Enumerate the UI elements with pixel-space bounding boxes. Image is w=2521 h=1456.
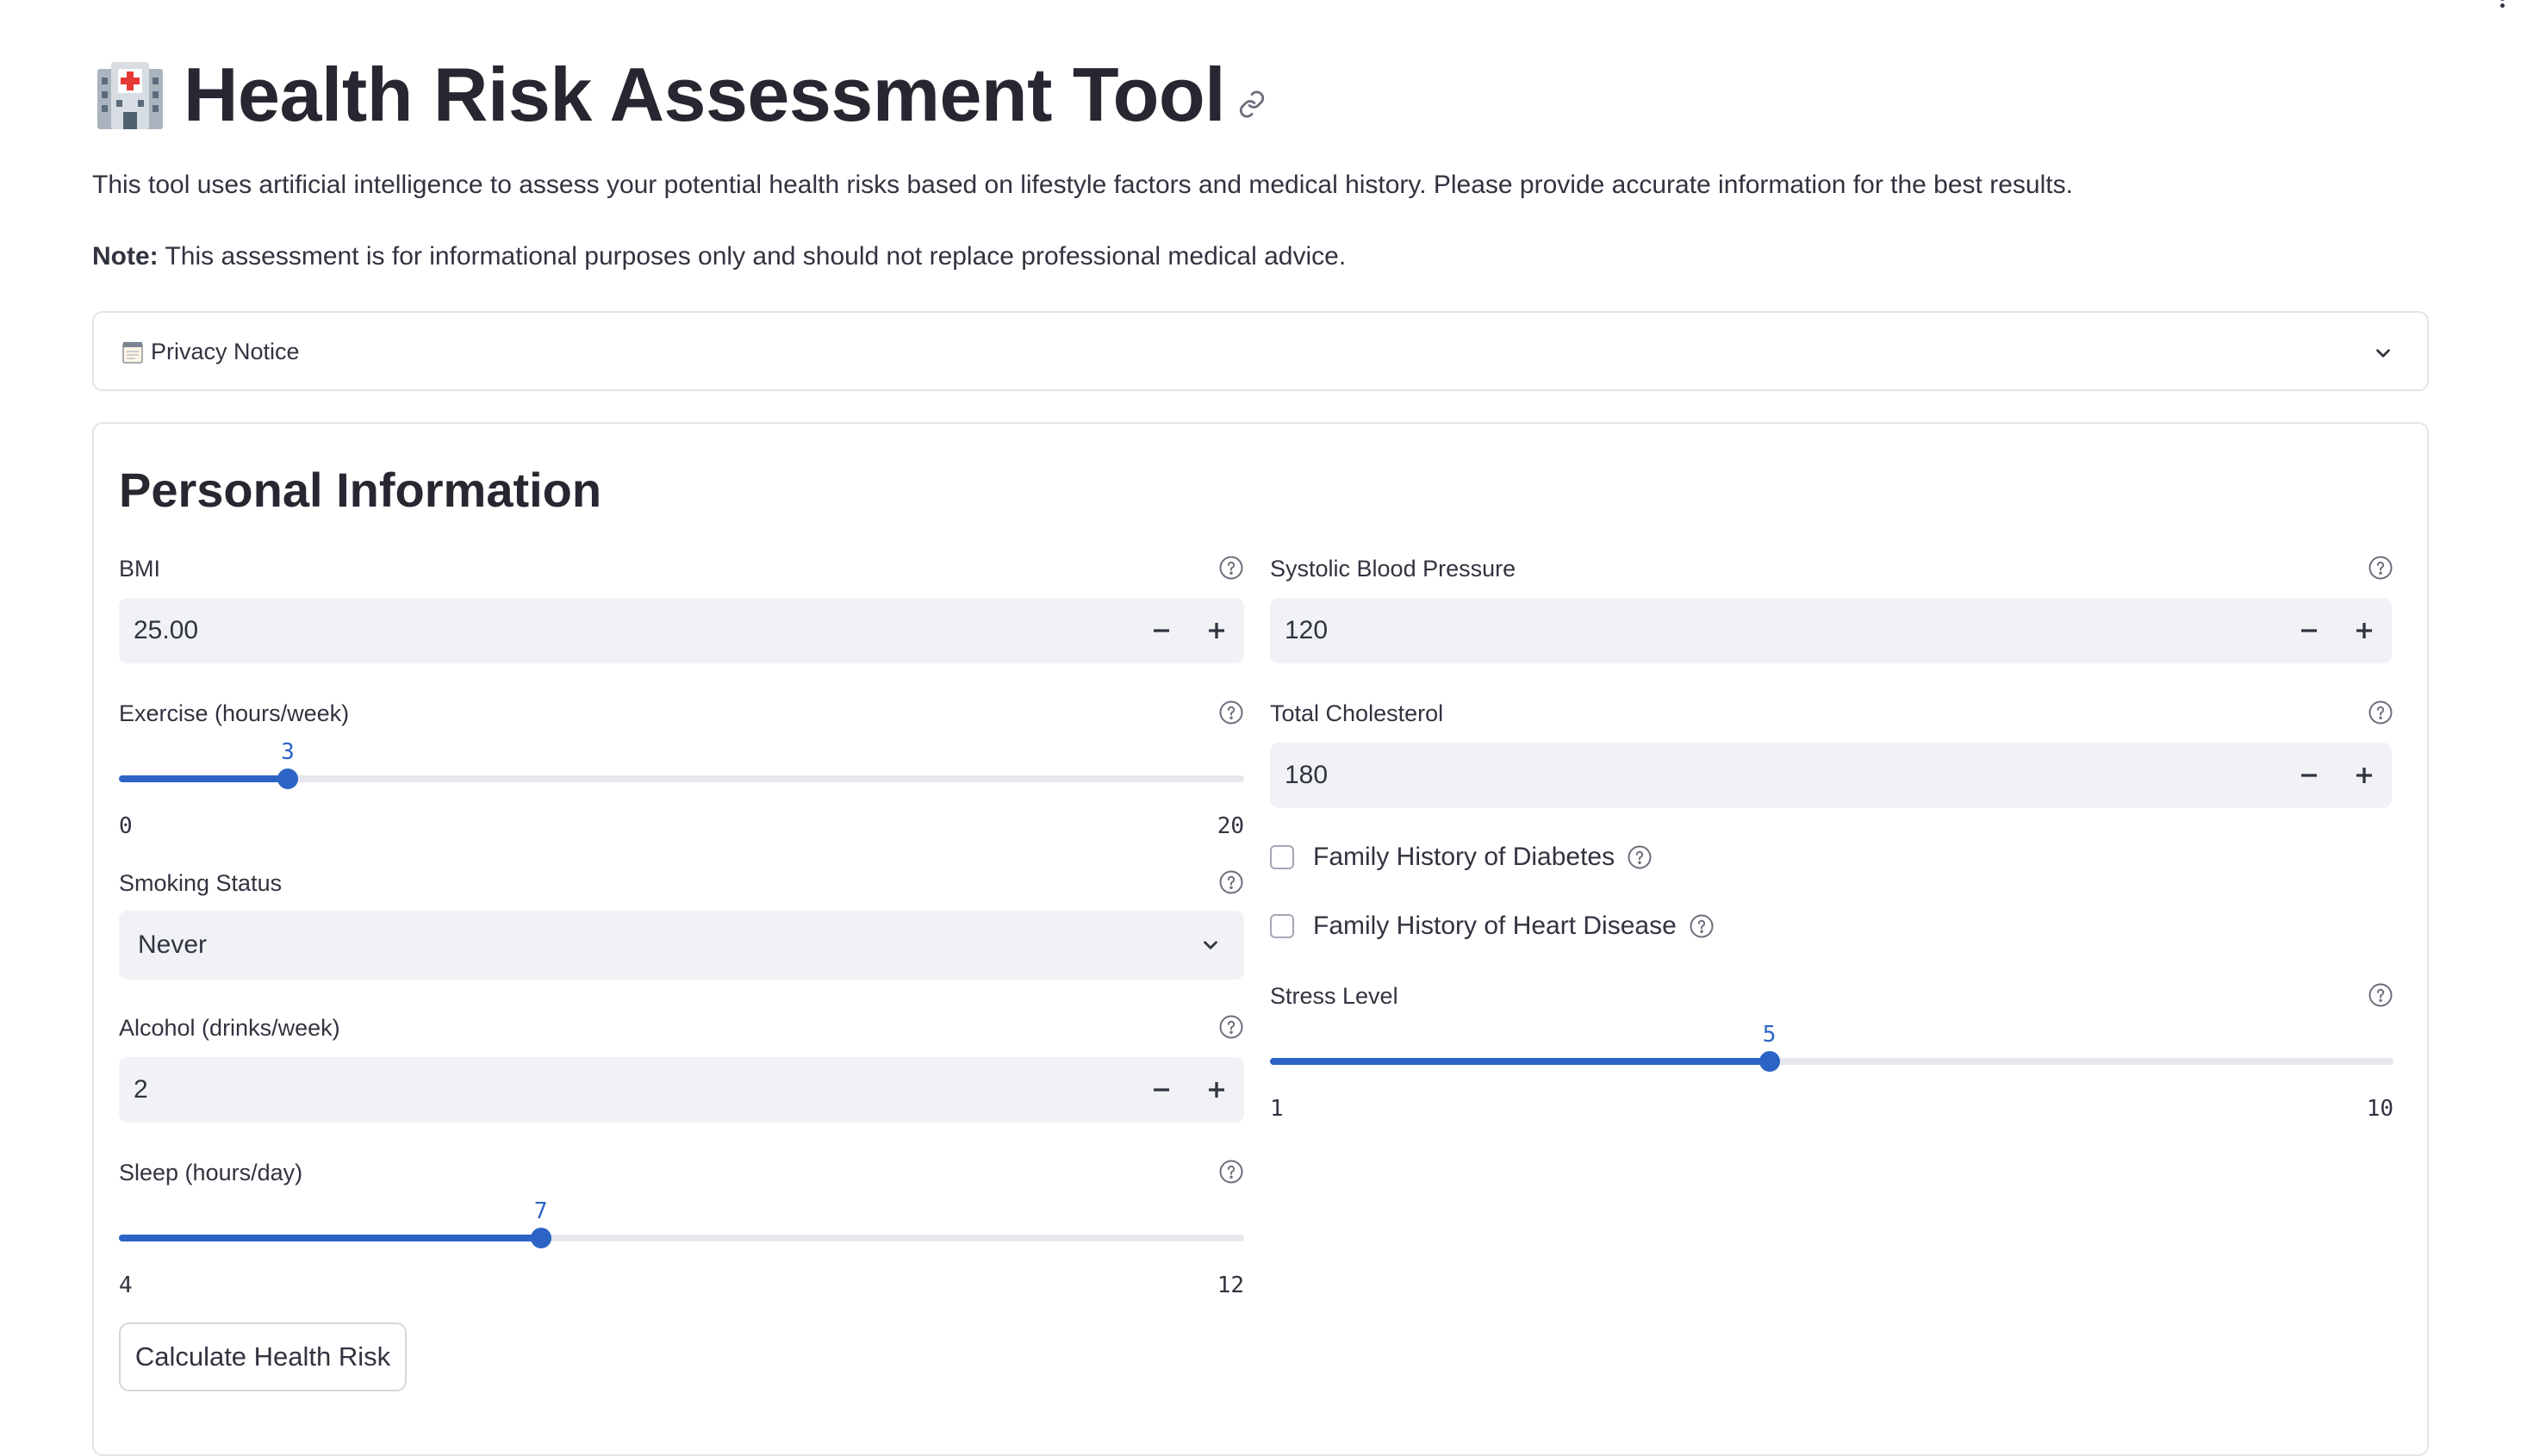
systolic-input[interactable]: 120 (1270, 598, 2392, 663)
cholesterol-input[interactable]: 180 (1270, 743, 2392, 808)
plus-icon[interactable] (2349, 615, 2380, 646)
sleep-label: Sleep (hours/day) (119, 1160, 303, 1185)
minus-icon[interactable] (1146, 1074, 1177, 1105)
slider-thumb[interactable] (277, 768, 298, 789)
exercise-label: Exercise (hours/week) (119, 700, 350, 726)
slider-current-value: 3 (281, 739, 295, 765)
minus-icon[interactable] (2294, 760, 2325, 791)
anchor-link-icon[interactable] (1237, 90, 1267, 119)
intro-text: This tool uses artificial intelligence t… (92, 171, 2073, 199)
privacy-notice-expander[interactable]: Privacy Notice (92, 311, 2429, 391)
chevron-down-icon (2376, 349, 2390, 358)
slider-fill (119, 775, 288, 782)
slider-min-value: 1 (1270, 1096, 1284, 1122)
help-icon[interactable] (1689, 913, 1715, 939)
alcohol-value[interactable]: 2 (134, 1075, 148, 1104)
hospital-icon (97, 62, 163, 129)
help-icon[interactable] (2368, 700, 2393, 725)
slider-thumb[interactable] (1758, 1051, 1780, 1072)
help-icon[interactable] (2368, 982, 2393, 1008)
smoking-select[interactable]: Never (119, 911, 1244, 980)
page-header: Health Risk Assessment Tool (92, 47, 1267, 142)
help-icon[interactable] (1627, 844, 1653, 870)
stress-slider[interactable]: 5 1 10 (1270, 1022, 2393, 1122)
family-heart-row[interactable]: Family History of Heart Disease (1270, 912, 1715, 941)
bmi-input[interactable]: 25.00 (119, 598, 1244, 663)
help-icon[interactable] (2368, 555, 2393, 581)
smoking-label: Smoking Status (119, 870, 283, 896)
help-icon[interactable] (1218, 700, 1244, 725)
slider-current-value: 5 (1762, 1022, 1777, 1048)
slider-max-value: 20 (1217, 813, 1244, 839)
cholesterol-label: Total Cholesterol (1270, 700, 1444, 726)
notepad-icon (122, 341, 143, 364)
cholesterol-value[interactable]: 180 (1285, 761, 1328, 790)
help-icon[interactable] (1218, 555, 1244, 581)
plus-icon[interactable] (1201, 615, 1232, 646)
slider-current-value: 7 (533, 1198, 548, 1224)
help-icon[interactable] (1218, 869, 1244, 895)
bmi-label: BMI (119, 556, 161, 582)
family-diabetes-label[interactable]: Family History of Diabetes (1313, 843, 1615, 872)
slider-thumb[interactable] (530, 1228, 551, 1248)
calculate-health-risk-button[interactable]: Calculate Health Risk (119, 1322, 407, 1391)
slider-fill (119, 1235, 541, 1241)
family-heart-checkbox[interactable] (1270, 914, 1294, 938)
page-title: Health Risk Assessment Tool (184, 52, 1226, 137)
section-title: Personal Information (119, 463, 602, 517)
note-label: Note: (92, 242, 159, 271)
minus-icon[interactable] (1146, 615, 1177, 646)
alcohol-input[interactable]: 2 (119, 1057, 1244, 1123)
slider-fill (1270, 1058, 1770, 1065)
disclaimer-note: Note: This assessment is for information… (92, 242, 1346, 271)
exercise-slider[interactable]: 3 0 20 (119, 739, 1244, 839)
help-icon[interactable] (1218, 1159, 1244, 1185)
stress-label: Stress Level (1270, 983, 1398, 1009)
minus-icon[interactable] (2294, 615, 2325, 646)
slider-max-value: 12 (1217, 1272, 1244, 1298)
privacy-notice-header: Privacy Notice (121, 339, 300, 365)
bmi-value[interactable]: 25.00 (134, 616, 198, 645)
help-icon[interactable] (1218, 1014, 1244, 1040)
plus-icon[interactable] (1201, 1074, 1232, 1105)
plus-icon[interactable] (2349, 760, 2380, 791)
sleep-slider[interactable]: 7 4 12 (119, 1198, 1244, 1298)
family-heart-label[interactable]: Family History of Heart Disease (1313, 912, 1677, 941)
alcohol-label: Alcohol (drinks/week) (119, 1015, 340, 1041)
systolic-label: Systolic Blood Pressure (1270, 556, 1516, 582)
privacy-notice-label: Privacy Notice (151, 339, 300, 364)
slider-min-value: 4 (119, 1272, 133, 1298)
smoking-selected-value: Never (138, 930, 208, 959)
main-menu-icon[interactable] (2500, 0, 2507, 12)
systolic-value[interactable]: 120 (1285, 616, 1328, 645)
slider-min-value: 0 (119, 813, 133, 839)
family-diabetes-row[interactable]: Family History of Diabetes (1270, 843, 1653, 872)
chevron-down-icon (1204, 941, 1217, 949)
family-diabetes-checkbox[interactable] (1270, 845, 1294, 869)
slider-max-value: 10 (2366, 1096, 2393, 1122)
note-text: This assessment is for informational pur… (158, 242, 1347, 271)
